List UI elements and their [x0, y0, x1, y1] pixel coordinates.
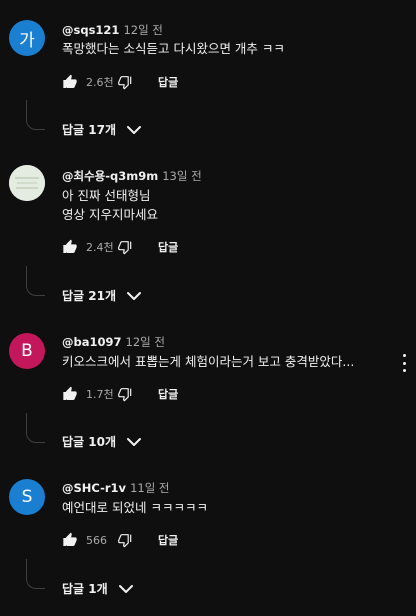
comment-time[interactable]: 13일 전: [162, 169, 201, 183]
comment-actions: 2.6천 답글: [62, 72, 178, 92]
replies-count: 답글 17개: [62, 123, 116, 137]
dislike-button[interactable]: [118, 386, 134, 402]
thumb-up-icon: [63, 386, 77, 400]
author-name[interactable]: @sqs121: [62, 23, 119, 37]
chevron-down-icon: [118, 584, 134, 594]
comment-time[interactable]: 12일 전: [123, 23, 162, 37]
thumb-down-icon: [118, 241, 132, 255]
comment-time[interactable]: 12일 전: [126, 335, 165, 349]
comment-text-line: 폭망했다는 소식듣고 다시왔으면 개추 ㅋㅋ: [62, 41, 285, 56]
more-vert-icon-dot: [402, 369, 406, 372]
comment-header: @SHC-r1v 11일 전: [62, 480, 170, 496]
replies-count: 답글 10개: [62, 435, 116, 449]
view-replies-button[interactable]: 답글 21개: [62, 287, 142, 304]
comment-actions: 566 답글: [62, 530, 178, 550]
thumb-up-icon: [63, 239, 77, 253]
like-count: 2.6천: [86, 76, 114, 89]
reply-button[interactable]: 답글: [158, 74, 178, 90]
thumb-down-icon: [118, 388, 132, 402]
like-button[interactable]: [62, 74, 78, 90]
view-replies-button[interactable]: 답글 1개: [62, 580, 134, 597]
avatar[interactable]: [9, 165, 45, 201]
chevron-down-icon: [126, 437, 142, 447]
avatar-image: [9, 165, 45, 201]
thumb-up-icon: [63, 532, 77, 546]
chevron-down-icon: [126, 125, 142, 135]
comment-text-line: 영상 지우지마세요: [62, 207, 158, 222]
like-button[interactable]: [62, 239, 78, 255]
replies-count: 답글 21개: [62, 289, 116, 303]
like-count: 566: [86, 533, 107, 547]
like-button[interactable]: [62, 386, 78, 402]
like-count: 2.4천: [86, 241, 114, 254]
comment-header: @최수용-q3m9m 13일 전: [62, 168, 202, 184]
view-replies-button[interactable]: 답글 17개: [62, 121, 142, 138]
author-name[interactable]: @SHC-r1v: [62, 481, 126, 495]
reply-button[interactable]: 답글: [158, 386, 178, 402]
dislike-button[interactable]: [118, 74, 134, 90]
thread-line: [26, 559, 45, 589]
dislike-button[interactable]: [118, 239, 134, 255]
comment-actions: 1.7천 답글: [62, 384, 178, 404]
comment-header: @ba1097 12일 전: [62, 334, 165, 350]
thread-line: [26, 266, 45, 296]
comment-text-line: 키오스크에서 표뽑는게 체험이라는거 보고 충격받았다...: [62, 354, 355, 369]
comment-text: 키오스크에서 표뽑는게 체험이라는거 보고 충격받았다...: [62, 352, 354, 371]
more-vert-icon-dot: [402, 361, 406, 365]
comment-text: 예언대로 되었네 ㅋㅋㅋㅋㅋ: [62, 498, 208, 517]
comment-header: @sqs121 12일 전: [62, 22, 163, 38]
comment-time[interactable]: 11일 전: [130, 481, 169, 495]
like-button[interactable]: [62, 532, 78, 548]
author-name[interactable]: @최수용-q3m9m: [62, 169, 158, 183]
like-count: 1.7천: [86, 388, 114, 401]
avatar[interactable]: 가: [9, 20, 45, 56]
dislike-button[interactable]: [118, 532, 134, 548]
thread-line: [26, 100, 45, 130]
thread-line: [26, 413, 45, 443]
reply-button[interactable]: 답글: [158, 239, 178, 255]
avatar[interactable]: B: [9, 333, 45, 369]
comment-text: 아 진짜 선태형님 영상 지우지마세요: [62, 186, 158, 224]
comment-text-line: 아 진짜 선태형님: [62, 188, 151, 203]
thumb-down-icon: [118, 534, 132, 548]
replies-count: 답글 1개: [62, 582, 108, 596]
more-options-button[interactable]: [400, 354, 408, 372]
author-name[interactable]: @ba1097: [62, 335, 122, 349]
thumb-up-icon: [63, 74, 77, 88]
chevron-down-icon: [126, 291, 142, 301]
more-vert-icon-dot: [402, 354, 406, 357]
comment-actions: 2.4천 답글: [62, 237, 178, 257]
comment-text: 폭망했다는 소식듣고 다시왔으면 개추 ㅋㅋ: [62, 39, 285, 58]
reply-button[interactable]: 답글: [158, 532, 178, 548]
view-replies-button[interactable]: 답글 10개: [62, 433, 142, 450]
comment-text-line: 예언대로 되었네 ㅋㅋㅋㅋㅋ: [62, 500, 208, 515]
thumb-down-icon: [118, 76, 132, 90]
avatar[interactable]: S: [9, 479, 45, 515]
